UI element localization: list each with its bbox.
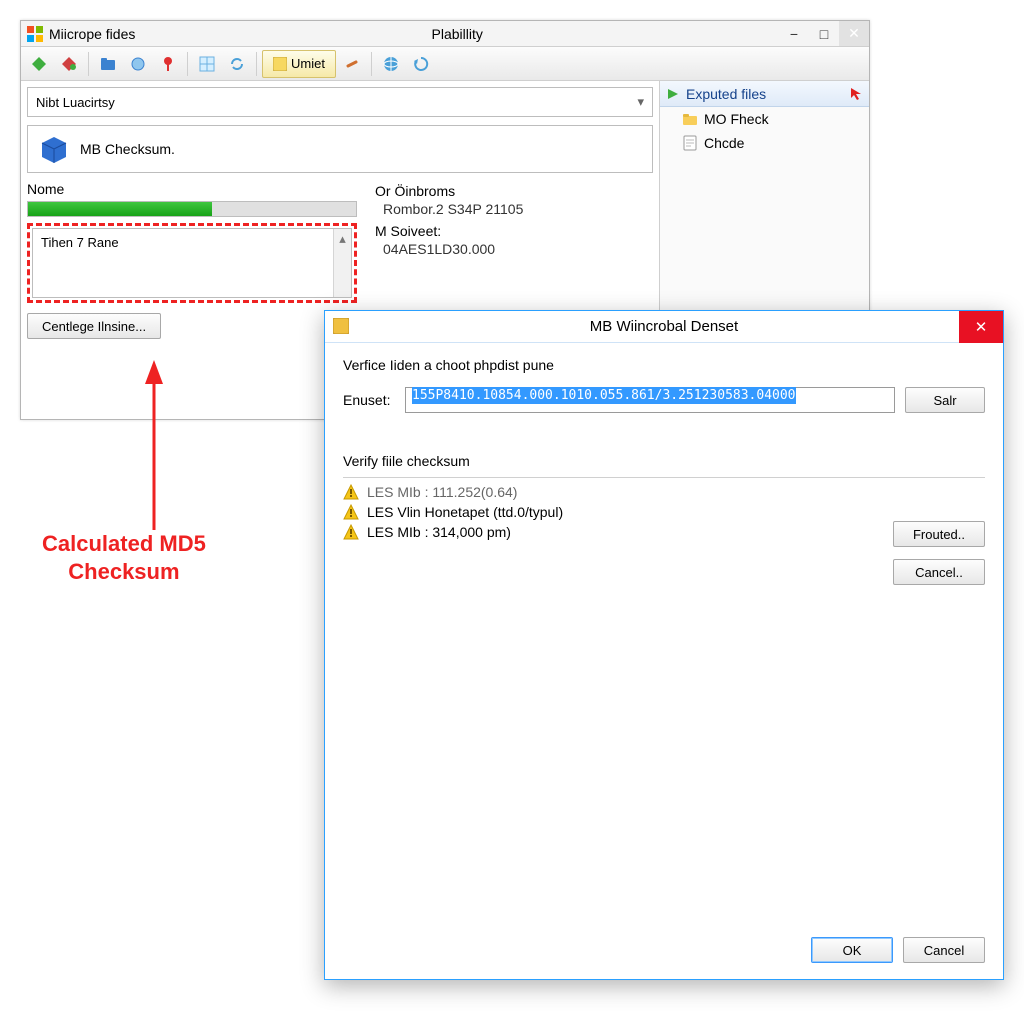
pin-button[interactable]	[154, 50, 182, 78]
page-icon	[682, 135, 698, 151]
tree-node-chcde[interactable]: Chcde	[660, 131, 869, 155]
toolbar-sep	[256, 52, 257, 76]
refresh-icon	[413, 56, 429, 72]
name-label: Nome	[27, 181, 357, 197]
callout-line-1: Calculated MD5	[42, 530, 206, 558]
arrow-right-green-icon	[666, 87, 680, 101]
dialog-body: Verfice Iiden a choot phpdist pune Enuse…	[325, 343, 1003, 979]
name-column: Nome Tihen 7 Rane ▴ Centlege Ilnsine...	[27, 181, 357, 339]
result-text: LES MIb : 314,000 pm)	[367, 524, 511, 540]
msoveet-value: 04AES1LD30.000	[383, 241, 495, 257]
dialog-side-buttons: Frouted.. Cancel..	[893, 521, 985, 585]
close-button[interactable]: ✕	[839, 21, 869, 46]
tree-node-mofheck[interactable]: MO Fheck	[660, 107, 869, 131]
result-text: LES MIb : 111.252(0.64)	[367, 484, 517, 500]
dialog-icon	[333, 318, 349, 334]
toolbar-sep	[88, 52, 89, 76]
diamond-red-icon	[61, 56, 77, 72]
toolbar-sep	[371, 52, 372, 76]
warning-icon	[343, 524, 359, 540]
globe-small-icon	[130, 56, 146, 72]
callout-line-2: Checksum	[42, 558, 206, 586]
cursor-overlay-icon	[851, 88, 863, 100]
window-center-title: Plabillity	[432, 26, 483, 42]
map-button[interactable]	[193, 50, 221, 78]
link-button[interactable]	[338, 50, 366, 78]
box-blue-icon	[38, 133, 70, 165]
nav-fwd-button[interactable]	[55, 50, 83, 78]
result-row[interactable]: LES MIb : 314,000 pm)	[343, 522, 985, 542]
app-icon	[27, 26, 43, 42]
main-titlebar[interactable]: Miicrope fides Plabillity − □ ✕	[21, 21, 869, 47]
cancel-button[interactable]: Cancel	[903, 937, 985, 963]
ok-button[interactable]: OK	[811, 937, 893, 963]
dialog-close-button[interactable]: ✕	[959, 311, 1003, 343]
location-bar[interactable]: Nibt Luacirtsy ▾	[27, 87, 653, 117]
result-row[interactable]: LES Vlin Honetapet (ttd.0/typul)	[343, 502, 985, 522]
diamond-green-icon	[31, 56, 47, 72]
enuset-row: Enuset: 155P8410.10854.000.1010.055.861/…	[343, 387, 985, 413]
info-line-1: Rombor.2 S34P 21105	[383, 201, 523, 217]
dialog-title: MB Wiincrobal Denset	[590, 318, 738, 335]
dialog-titlebar[interactable]: MB Wiincrobal Denset ✕	[325, 311, 1003, 343]
folder-yellow-icon	[682, 111, 698, 127]
tree-header-label: Exputed files	[686, 86, 766, 102]
checksum-dialog: MB Wiincrobal Denset ✕ Verfice Iiden a c…	[324, 310, 1004, 980]
window-controls: − □ ✕	[779, 21, 869, 46]
enuset-input[interactable]: 155P8410.10854.000.1010.055.861/3.251230…	[405, 387, 895, 413]
progress-fill	[28, 202, 212, 216]
checksum-highlight-box: Tihen 7 Rane ▴	[27, 223, 357, 303]
chevron-down-icon[interactable]: ▾	[637, 94, 644, 110]
toolbar-sep	[187, 52, 188, 76]
globe-icon	[383, 56, 399, 72]
dialog-instruction: Verfice Iiden a choot phpdist pune	[343, 357, 985, 373]
verify-section-label: Verify fiile checksum	[343, 453, 985, 469]
sync-button[interactable]	[223, 50, 251, 78]
sync-icon	[229, 56, 245, 72]
minimize-button[interactable]: −	[779, 21, 809, 46]
tree-node-label: MO Fheck	[704, 111, 769, 127]
umet-button[interactable]: Umiet	[262, 50, 336, 78]
folder-button[interactable]	[94, 50, 122, 78]
link-icon	[344, 56, 360, 72]
verify-result-list[interactable]: LES MIb : 111.252(0.64) LES Vlin Honetap…	[343, 477, 985, 969]
msoveet-label: M Soiveet:	[375, 223, 653, 239]
globe-button[interactable]	[124, 50, 152, 78]
annotation-callout: Calculated MD5 Checksum	[42, 530, 206, 585]
maximize-button[interactable]: □	[809, 21, 839, 46]
result-row[interactable]: LES MIb : 111.252(0.64)	[343, 482, 985, 502]
toolbar: Umiet	[21, 47, 869, 81]
frouted-button[interactable]: Frouted..	[893, 521, 985, 547]
tree-node-label: Chcde	[704, 135, 744, 151]
progress-bar	[27, 201, 357, 217]
map-icon	[199, 56, 215, 72]
list-item[interactable]: Tihen 7 Rane	[33, 229, 333, 297]
folder-blue-icon	[100, 56, 116, 72]
location-label: Nibt Luacirtsy	[36, 95, 115, 110]
world-button[interactable]	[377, 50, 405, 78]
enuset-value: 155P8410.10854.000.1010.055.861/3.251230…	[412, 387, 796, 404]
scrollbar[interactable]: ▴	[333, 229, 351, 297]
result-listbox[interactable]: Tihen 7 Rane ▴	[32, 228, 352, 298]
pin-red-icon	[160, 56, 176, 72]
warning-icon	[343, 484, 359, 500]
tree-panel: Exputed files MO Fheck Chcde	[660, 81, 869, 155]
refresh-button[interactable]	[407, 50, 435, 78]
note-yellow-icon	[273, 57, 287, 71]
salr-button[interactable]: Salr	[905, 387, 985, 413]
warning-icon	[343, 504, 359, 520]
dialog-bottom-buttons: OK Cancel	[811, 937, 985, 963]
breadcrumb-panel[interactable]: MB Checksum.	[27, 125, 653, 173]
result-text: LES Vlin Honetapet (ttd.0/typul)	[367, 504, 563, 520]
app-title: Miicrope fides	[49, 26, 135, 42]
breadcrumb-text: MB Checksum.	[80, 141, 175, 157]
nav-back-button[interactable]	[25, 50, 53, 78]
cancel2-button[interactable]: Cancel..	[893, 559, 985, 585]
enuset-label: Enuset:	[343, 392, 395, 408]
centlege-button[interactable]: Centlege Ilnsine...	[27, 313, 161, 339]
info-header: Or Öinbroms	[375, 183, 653, 199]
tree-header[interactable]: Exputed files	[660, 81, 869, 107]
umet-label: Umiet	[291, 56, 325, 71]
